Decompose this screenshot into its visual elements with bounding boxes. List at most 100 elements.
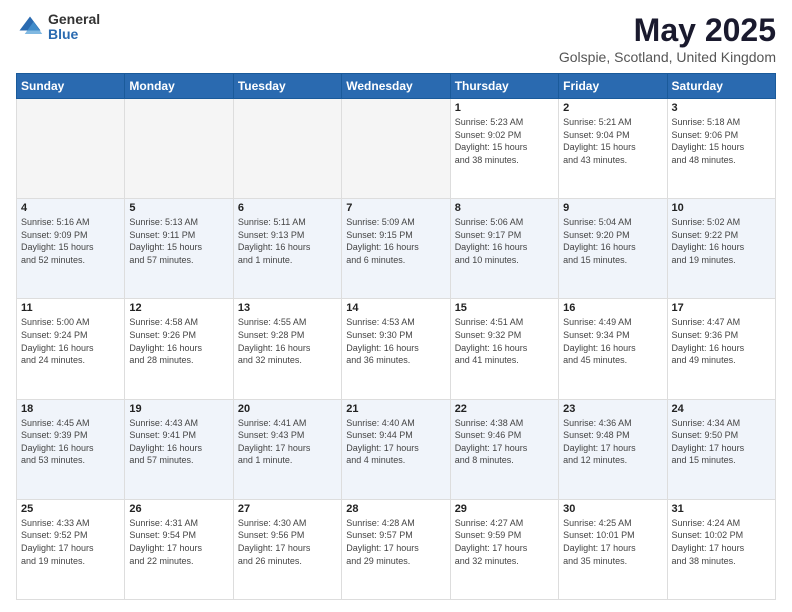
- table-row: 8 Sunrise: 5:06 AM Sunset: 9:17 PM Daylig…: [450, 199, 558, 299]
- table-row: 20Sunrise: 4:41 AM Sunset: 9:43 PM Dayli…: [233, 399, 341, 499]
- col-saturday: Saturday: [667, 74, 775, 99]
- day-info: Sunrise: 4:33 AM Sunset: 9:52 PM Dayligh…: [21, 517, 120, 567]
- logo-icon: [16, 13, 44, 41]
- table-row: [342, 99, 450, 199]
- title-block: May 2025 Golspie, Scotland, United Kingd…: [559, 12, 776, 65]
- day-info: Sunrise: 4:27 AM Sunset: 9:59 PM Dayligh…: [455, 517, 554, 567]
- day-info: Sunrise: 4:25 AM Sunset: 10:01 PM Daylig…: [563, 517, 662, 567]
- table-row: [17, 99, 125, 199]
- day-info: Sunrise: 4:51 AM Sunset: 9:32 PM Dayligh…: [455, 316, 554, 366]
- calendar-week-2: 4Sunrise: 5:16 AM Sunset: 9:09 PM Daylig…: [17, 199, 776, 299]
- table-row: 27 Sunrise: 4:30 AM Sunset: 9:56 PM Dayli…: [233, 499, 341, 599]
- day-number: 4: [21, 202, 120, 214]
- day-number: 2: [563, 102, 662, 114]
- day-info: Sunrise: 4:31 AM Sunset: 9:54 PM Dayligh…: [129, 517, 228, 567]
- day-number: 12: [129, 302, 228, 314]
- day-info: Sunrise: 5:18 AM Sunset: 9:06 PM Dayligh…: [672, 116, 771, 166]
- logo-general-text: General: [48, 12, 100, 27]
- day-info: Sunrise: 4:41 AM Sunset: 9:43 PM Dayligh…: [238, 417, 337, 467]
- table-row: 16 Sunrise: 4:49 AM Sunset: 9:34 PM Dayli…: [559, 299, 667, 399]
- table-row: 25 Sunrise: 4:33 AM Sunset: 9:52 PM Dayli…: [17, 499, 125, 599]
- logo: General Blue: [16, 12, 100, 43]
- table-row: 15Sunrise: 4:51 AM Sunset: 9:32 PM Dayli…: [450, 299, 558, 399]
- day-info: Sunrise: 5:11 AM Sunset: 9:13 PM Dayligh…: [238, 216, 337, 266]
- table-row: 22 Sunrise: 4:38 AM Sunset: 9:46 PM Dayli…: [450, 399, 558, 499]
- day-info: Sunrise: 5:02 AM Sunset: 9:22 PM Dayligh…: [672, 216, 771, 266]
- day-number: 29: [455, 503, 554, 515]
- table-row: 24Sunrise: 4:34 AM Sunset: 9:50 PM Dayli…: [667, 399, 775, 499]
- table-row: 19 Sunrise: 4:43 AM Sunset: 9:41 PM Dayli…: [125, 399, 233, 499]
- day-info: Sunrise: 4:58 AM Sunset: 9:26 PM Dayligh…: [129, 316, 228, 366]
- table-row: 13 Sunrise: 4:55 AM Sunset: 9:28 PM Dayli…: [233, 299, 341, 399]
- day-number: 5: [129, 202, 228, 214]
- day-number: 25: [21, 503, 120, 515]
- calendar-week-4: 18 Sunrise: 4:45 AM Sunset: 9:39 PM Dayli…: [17, 399, 776, 499]
- table-row: 6 Sunrise: 5:11 AM Sunset: 9:13 PM Daylig…: [233, 199, 341, 299]
- day-info: Sunrise: 4:36 AM Sunset: 9:48 PM Dayligh…: [563, 417, 662, 467]
- day-number: 31: [672, 503, 771, 515]
- table-row: 3Sunrise: 5:18 AM Sunset: 9:06 PM Daylig…: [667, 99, 775, 199]
- day-number: 21: [346, 403, 445, 415]
- table-row: 10Sunrise: 5:02 AM Sunset: 9:22 PM Dayli…: [667, 199, 775, 299]
- page: General Blue May 2025 Golspie, Scotland,…: [0, 0, 792, 612]
- table-row: 18 Sunrise: 4:45 AM Sunset: 9:39 PM Dayli…: [17, 399, 125, 499]
- day-info: Sunrise: 4:30 AM Sunset: 9:56 PM Dayligh…: [238, 517, 337, 567]
- col-sunday: Sunday: [17, 74, 125, 99]
- day-number: 6: [238, 202, 337, 214]
- table-row: 12 Sunrise: 4:58 AM Sunset: 9:26 PM Dayli…: [125, 299, 233, 399]
- day-info: Sunrise: 4:40 AM Sunset: 9:44 PM Dayligh…: [346, 417, 445, 467]
- day-info: Sunrise: 5:00 AM Sunset: 9:24 PM Dayligh…: [21, 316, 120, 366]
- day-info: Sunrise: 4:49 AM Sunset: 9:34 PM Dayligh…: [563, 316, 662, 366]
- day-info: Sunrise: 4:47 AM Sunset: 9:36 PM Dayligh…: [672, 316, 771, 366]
- col-tuesday: Tuesday: [233, 74, 341, 99]
- calendar-table: Sunday Monday Tuesday Wednesday Thursday…: [16, 73, 776, 600]
- header: General Blue May 2025 Golspie, Scotland,…: [16, 12, 776, 65]
- calendar-week-5: 25 Sunrise: 4:33 AM Sunset: 9:52 PM Dayli…: [17, 499, 776, 599]
- col-monday: Monday: [125, 74, 233, 99]
- day-number: 14: [346, 302, 445, 314]
- day-info: Sunrise: 4:34 AM Sunset: 9:50 PM Dayligh…: [672, 417, 771, 467]
- table-row: 2Sunrise: 5:21 AM Sunset: 9:04 PM Daylig…: [559, 99, 667, 199]
- table-row: 11 Sunrise: 5:00 AM Sunset: 9:24 PM Dayli…: [17, 299, 125, 399]
- table-row: 7 Sunrise: 5:09 AM Sunset: 9:15 PM Daylig…: [342, 199, 450, 299]
- day-number: 11: [21, 302, 120, 314]
- day-number: 9: [563, 202, 662, 214]
- day-number: 13: [238, 302, 337, 314]
- table-row: 29 Sunrise: 4:27 AM Sunset: 9:59 PM Dayli…: [450, 499, 558, 599]
- day-info: Sunrise: 4:24 AM Sunset: 10:02 PM Daylig…: [672, 517, 771, 567]
- day-info: Sunrise: 5:09 AM Sunset: 9:15 PM Dayligh…: [346, 216, 445, 266]
- day-number: 1: [455, 102, 554, 114]
- day-info: Sunrise: 5:23 AM Sunset: 9:02 PM Dayligh…: [455, 116, 554, 166]
- calendar-week-1: 1 Sunrise: 5:23 AM Sunset: 9:02 PM Daylig…: [17, 99, 776, 199]
- col-wednesday: Wednesday: [342, 74, 450, 99]
- table-row: 23 Sunrise: 4:36 AM Sunset: 9:48 PM Dayli…: [559, 399, 667, 499]
- table-row: 14 Sunrise: 4:53 AM Sunset: 9:30 PM Dayli…: [342, 299, 450, 399]
- table-row: 17Sunrise: 4:47 AM Sunset: 9:36 PM Dayli…: [667, 299, 775, 399]
- day-number: 19: [129, 403, 228, 415]
- day-info: Sunrise: 5:13 AM Sunset: 9:11 PM Dayligh…: [129, 216, 228, 266]
- day-number: 27: [238, 503, 337, 515]
- day-number: 18: [21, 403, 120, 415]
- table-row: 26Sunrise: 4:31 AM Sunset: 9:54 PM Dayli…: [125, 499, 233, 599]
- day-info: Sunrise: 4:38 AM Sunset: 9:46 PM Dayligh…: [455, 417, 554, 467]
- day-number: 23: [563, 403, 662, 415]
- table-row: [125, 99, 233, 199]
- day-number: 8: [455, 202, 554, 214]
- table-row: 5 Sunrise: 5:13 AM Sunset: 9:11 PM Daylig…: [125, 199, 233, 299]
- day-info: Sunrise: 4:55 AM Sunset: 9:28 PM Dayligh…: [238, 316, 337, 366]
- logo-blue-text: Blue: [48, 27, 100, 42]
- day-number: 16: [563, 302, 662, 314]
- day-number: 22: [455, 403, 554, 415]
- day-info: Sunrise: 5:04 AM Sunset: 9:20 PM Dayligh…: [563, 216, 662, 266]
- table-row: 30Sunrise: 4:25 AM Sunset: 10:01 PM Dayl…: [559, 499, 667, 599]
- subtitle: Golspie, Scotland, United Kingdom: [559, 49, 776, 65]
- table-row: 31 Sunrise: 4:24 AM Sunset: 10:02 PM Dayl…: [667, 499, 775, 599]
- day-info: Sunrise: 4:43 AM Sunset: 9:41 PM Dayligh…: [129, 417, 228, 467]
- day-info: Sunrise: 4:53 AM Sunset: 9:30 PM Dayligh…: [346, 316, 445, 366]
- table-row: 1 Sunrise: 5:23 AM Sunset: 9:02 PM Daylig…: [450, 99, 558, 199]
- day-info: Sunrise: 4:45 AM Sunset: 9:39 PM Dayligh…: [21, 417, 120, 467]
- day-info: Sunrise: 5:06 AM Sunset: 9:17 PM Dayligh…: [455, 216, 554, 266]
- table-row: [233, 99, 341, 199]
- day-number: 7: [346, 202, 445, 214]
- col-friday: Friday: [559, 74, 667, 99]
